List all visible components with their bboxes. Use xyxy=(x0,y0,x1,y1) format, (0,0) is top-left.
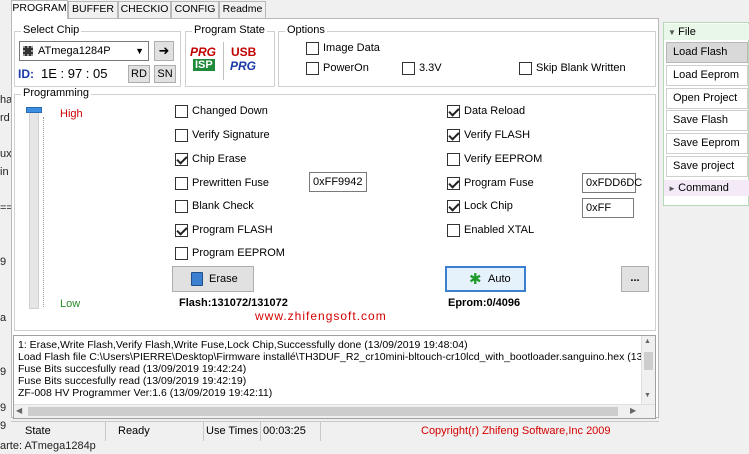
log-line: 1: Erase,Write Flash,Verify Flash,Write … xyxy=(18,339,468,351)
load-flash-button[interactable]: Load Flash xyxy=(666,42,748,63)
log-line: Load Flash file C:\Users\PIERRE\Desktop\… xyxy=(18,351,642,363)
running-man-icon: ✱ xyxy=(469,271,482,288)
lock-chip-input[interactable]: 0xFF xyxy=(582,198,634,218)
status-bar: State Ready Use Times 00:03:25 Copyright… xyxy=(11,421,659,441)
program-fuse-checkbox[interactable]: Program Fuse xyxy=(447,176,534,190)
background-text: 9 xyxy=(0,420,7,432)
3v3-checkbox[interactable]: 3.3V xyxy=(402,61,442,75)
select-chip-group: Select Chip ATmega1284P ▼ ➜ ID: 1E : 97 … xyxy=(14,24,181,87)
load-eeprom-button[interactable]: Load Eeprom xyxy=(666,65,748,86)
chip-id-value: 1E : 97 : 05 xyxy=(41,66,108,81)
rd-button[interactable]: RD xyxy=(128,65,150,83)
file-section-header[interactable]: ▼ File xyxy=(664,24,749,40)
log-line: ZF-008 HV Programmer Ver:1.6 (13/09/2019… xyxy=(18,387,273,399)
chevron-down-icon: ▼ xyxy=(668,28,679,37)
background-text: 9 xyxy=(0,402,7,414)
chip-icon xyxy=(23,46,33,56)
scroll-thumb[interactable] xyxy=(644,352,653,370)
log-horizontal-scrollbar[interactable]: ◀ ▶ xyxy=(14,404,655,418)
program-state-label: Program State xyxy=(192,24,267,36)
background-text: 9 xyxy=(0,256,7,268)
save-eeprom-button[interactable]: Save Eeprom xyxy=(666,133,748,154)
side-panel: ▼ File Load Flash Load Eeprom Open Proje… xyxy=(663,22,749,206)
usb-prg-icon: USB PRG xyxy=(230,45,257,73)
tab-buffer[interactable]: BUFFER xyxy=(68,1,118,18)
background-text: in xyxy=(0,166,9,178)
prewritten-fuse-checkbox[interactable]: Prewritten Fuse xyxy=(175,176,269,190)
save-project-button[interactable]: Save project xyxy=(666,156,748,177)
erase-button[interactable]: Erase xyxy=(172,266,254,292)
chip-erase-checkbox[interactable]: Chip Erase xyxy=(175,152,246,166)
sn-button[interactable]: SN xyxy=(154,65,176,83)
state-value: Ready xyxy=(106,422,204,441)
website-label: www.zhifengsoft.com xyxy=(255,309,387,323)
auto-button[interactable]: ✱ Auto xyxy=(445,266,526,292)
chip-select[interactable]: ATmega1284P ▼ xyxy=(19,41,149,61)
changed-down-checkbox[interactable]: Changed Down xyxy=(175,104,268,118)
log-output[interactable]: 1: Erase,Write Flash,Verify Flash,Write … xyxy=(13,335,656,419)
state-label: State xyxy=(11,422,106,441)
slider-ticks xyxy=(43,117,47,307)
high-label: High xyxy=(60,108,83,120)
speed-slider-track[interactable] xyxy=(29,109,39,309)
prewritten-fuse-input[interactable]: 0xFF9942 xyxy=(309,172,367,192)
scroll-down-icon[interactable]: ▼ xyxy=(644,392,651,399)
image-data-checkbox[interactable]: Image Data xyxy=(306,41,380,55)
scroll-right-icon[interactable]: ▶ xyxy=(630,406,636,415)
verify-signature-checkbox[interactable]: Verify Signature xyxy=(175,128,270,142)
hscroll-thumb[interactable] xyxy=(28,407,618,416)
prg-isp-icon: PRG ISP xyxy=(190,45,217,71)
chevron-right-icon: ► xyxy=(668,184,679,193)
blank-check-checkbox[interactable]: Blank Check xyxy=(175,199,254,213)
tab-config[interactable]: CONFIG xyxy=(171,1,219,18)
chip-select-value: ATmega1284P xyxy=(38,45,111,57)
speed-slider-thumb[interactable] xyxy=(26,107,42,113)
eprom-status: Eprom:0/4096 xyxy=(448,297,521,309)
use-times-label: Use Times xyxy=(204,422,261,441)
enabled-xtal-checkbox[interactable]: Enabled XTAL xyxy=(447,223,534,237)
log-line: Fuse Bits succesfully read (13/09/2019 1… xyxy=(18,375,247,387)
save-flash-button[interactable]: Save Flash xyxy=(666,110,748,131)
programming-group: Programming High Low Changed Down Verify… xyxy=(14,87,656,331)
options-group: Options Image Data PowerOn 3.3V Skip Bla… xyxy=(278,24,656,87)
program-fuse-input[interactable]: 0xFDD6DC xyxy=(582,173,642,193)
copyright-text: Copyright(r) Zhifeng Software,Inc 2009 xyxy=(421,425,611,437)
tab-readme[interactable]: Readme xyxy=(219,1,266,18)
skip-blank-written-checkbox[interactable]: Skip Blank Written xyxy=(519,61,626,75)
background-text: 9 xyxy=(0,366,7,378)
command-section-header[interactable]: ► Command xyxy=(664,180,749,196)
scroll-up-icon[interactable]: ▲ xyxy=(644,338,651,345)
scroll-left-icon[interactable]: ◀ xyxy=(16,406,22,415)
background-text: rd xyxy=(0,112,10,124)
chevron-down-icon: ▼ xyxy=(135,46,144,56)
lock-chip-checkbox[interactable]: Lock Chip xyxy=(447,199,513,213)
verify-eeprom-checkbox[interactable]: Verify EEPROM xyxy=(447,152,542,166)
log-line: Fuse Bits succesfully read (13/09/2019 1… xyxy=(18,363,247,375)
verify-flash-checkbox[interactable]: Verify FLASH xyxy=(447,128,530,142)
background-text: a xyxy=(0,312,7,324)
program-eeprom-checkbox[interactable]: Program EEPROM xyxy=(175,246,285,260)
select-chip-label: Select Chip xyxy=(21,24,82,36)
power-on-checkbox[interactable]: PowerOn xyxy=(306,61,369,75)
background-text: ux xyxy=(0,148,12,160)
load-chip-arrow-button[interactable]: ➜ xyxy=(154,41,174,61)
programming-label: Programming xyxy=(21,87,92,99)
options-label: Options xyxy=(285,24,327,36)
low-label: Low xyxy=(60,298,81,310)
id-label: ID: xyxy=(18,67,34,81)
background-footer-text: arte: ATmega1284p xyxy=(0,440,96,452)
trash-icon xyxy=(191,272,203,286)
data-reload-checkbox[interactable]: Data Reload xyxy=(447,104,525,118)
tab-program[interactable]: PROGRAM xyxy=(11,0,68,19)
divider xyxy=(223,42,224,80)
program-flash-checkbox[interactable]: Program FLASH xyxy=(175,223,273,237)
log-vertical-scrollbar[interactable]: ▲ ▼ xyxy=(641,336,655,404)
open-project-button[interactable]: Open Project xyxy=(666,88,748,109)
more-options-button[interactable]: ... xyxy=(621,266,649,292)
use-times-value: 00:03:25 xyxy=(261,422,321,441)
tab-checkio[interactable]: CHECKIO xyxy=(118,1,171,18)
flash-status: Flash:131072/131072 xyxy=(179,297,288,309)
program-state-group: Program State PRG ISP USB PRG xyxy=(185,24,275,87)
